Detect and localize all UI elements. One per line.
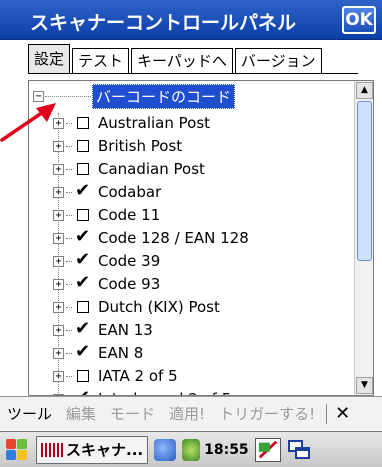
tree-item-label: Code 11 — [98, 206, 161, 224]
tree-item[interactable]: + Dutch (KIX) Post — [53, 297, 220, 317]
scroll-thumb[interactable] — [357, 101, 372, 261]
sync-icon[interactable] — [254, 437, 281, 462]
tree-item-label: Code 128 / EAN 128 — [98, 229, 249, 247]
expand-icon[interactable]: + — [53, 324, 64, 336]
annotation-arrow-icon — [0, 103, 56, 142]
tree-connector — [66, 260, 72, 262]
tree-connector — [66, 329, 72, 331]
taskbar-app-label: スキャナ... — [66, 441, 144, 459]
symbology-tree: − バーコードのコード + Australian Post + British Pos… — [29, 81, 355, 395]
checked-checkbox-icon[interactable] — [75, 249, 90, 270]
tree-item-label: Australian Post — [98, 114, 211, 132]
tree-item[interactable]: + Codabar — [53, 180, 162, 202]
tree-item[interactable]: + Code 93 — [53, 272, 161, 294]
tree-item-label: Dutch (KIX) Post — [98, 298, 220, 316]
taskbar-app-button[interactable]: スキャナ... — [36, 435, 149, 464]
tree-item-label: EAN 13 — [98, 321, 153, 339]
window-switch-icon[interactable] — [287, 438, 311, 462]
taskbar: スキャナ... 18:55 — [0, 431, 382, 467]
tree-item[interactable]: + British Post — [53, 136, 182, 156]
scroll-up-icon[interactable]: ▲ — [356, 82, 373, 99]
tree-item[interactable]: + Code 11 — [53, 205, 160, 225]
tree-item-label: Code 39 — [98, 252, 161, 270]
unchecked-checkbox-icon[interactable] — [77, 163, 89, 175]
tab-divider — [28, 73, 358, 74]
tree-root-label[interactable]: バーコードのコード — [92, 83, 236, 109]
expand-icon[interactable]: + — [53, 163, 64, 175]
tree-item[interactable]: + Code 39 — [53, 249, 161, 271]
menu-bar: ツール 編集 モード 適用! トリガーする! ✕ — [0, 396, 382, 430]
tree-connector — [66, 283, 72, 285]
checked-checkbox-icon[interactable] — [75, 387, 90, 395]
vertical-scrollbar[interactable]: ▲ ▼ — [354, 81, 373, 395]
unchecked-checkbox-icon[interactable] — [77, 301, 89, 313]
tree-connector — [66, 214, 72, 216]
tree-connector — [66, 168, 72, 170]
checked-checkbox-icon[interactable] — [75, 226, 90, 247]
checked-checkbox-icon[interactable] — [75, 341, 90, 362]
tree-item[interactable]: + Australian Post — [53, 113, 210, 133]
tree-item-label: Code 93 — [98, 275, 161, 293]
menu-edit[interactable]: 編集 — [59, 403, 103, 424]
tree-connector — [66, 145, 72, 147]
tree-root-row[interactable]: − バーコードのコード — [33, 83, 236, 109]
battery-icon[interactable] — [182, 438, 201, 461]
checked-checkbox-icon[interactable] — [75, 318, 90, 339]
tree-connector — [66, 375, 72, 377]
unchecked-checkbox-icon[interactable] — [77, 117, 89, 129]
symbology-tree-panel: − バーコードのコード + Australian Post + British Pos… — [28, 80, 374, 396]
expand-icon[interactable]: + — [53, 255, 64, 267]
close-icon[interactable]: ✕ — [335, 403, 350, 424]
tree-item[interactable]: + EAN 8 — [53, 341, 144, 363]
scroll-down-icon[interactable]: ▼ — [356, 377, 373, 394]
checked-checkbox-icon[interactable] — [75, 272, 90, 293]
expand-icon[interactable]: + — [53, 347, 64, 359]
tree-item-label: Codabar — [98, 183, 162, 201]
expand-icon[interactable]: + — [53, 186, 64, 198]
tab-settings[interactable]: 設定 — [28, 44, 71, 74]
start-icon[interactable] — [4, 437, 30, 463]
tree-connector — [66, 237, 72, 239]
expand-icon[interactable]: + — [53, 209, 64, 221]
clock[interactable]: 18:55 — [204, 442, 249, 458]
unchecked-checkbox-icon[interactable] — [77, 370, 89, 382]
tree-item-label: Interleaved 2 of 5 — [98, 390, 231, 395]
tree-item[interactable]: + Code 128 / EAN 128 — [53, 226, 249, 248]
tab-strip: 設定 テスト キーパッドへ バージョン — [28, 44, 324, 74]
connection-icon[interactable] — [154, 438, 177, 461]
menu-apply[interactable]: 適用! — [162, 403, 212, 424]
barcode-icon — [41, 442, 63, 457]
menu-separator — [326, 403, 328, 424]
tree-item-label: Canadian Post — [98, 160, 205, 178]
tree-item[interactable]: + Canadian Post — [53, 159, 205, 179]
tree-connector — [66, 352, 72, 354]
expand-icon[interactable]: + — [53, 232, 64, 244]
menu-tools[interactable]: ツール — [0, 403, 59, 424]
tree-item[interactable]: + IATA 2 of 5 — [53, 366, 178, 386]
tab-test[interactable]: テスト — [72, 48, 130, 74]
menu-mode[interactable]: モード — [103, 403, 162, 424]
tree-item[interactable]: + EAN 13 — [53, 318, 153, 340]
menu-trigger[interactable]: トリガーする! — [212, 403, 322, 424]
tree-item-label: IATA 2 of 5 — [98, 367, 178, 385]
expand-icon[interactable]: + — [53, 393, 64, 395]
tree-connector — [66, 306, 72, 308]
checked-checkbox-icon[interactable] — [75, 180, 90, 201]
window-title: スキャナーコントロールパネル — [30, 12, 297, 34]
tree-connector — [66, 122, 72, 124]
tree-item-label: British Post — [98, 137, 183, 155]
unchecked-checkbox-icon[interactable] — [77, 140, 89, 152]
expand-icon[interactable]: + — [53, 370, 64, 382]
ok-button[interactable]: OK — [342, 6, 376, 34]
unchecked-checkbox-icon[interactable] — [77, 209, 89, 221]
title-bar: スキャナーコントロールパネル OK — [0, 0, 382, 40]
tab-version[interactable]: バージョン — [234, 48, 322, 74]
tree-item-label: EAN 8 — [98, 344, 144, 362]
tree-connector — [45, 95, 91, 97]
tab-keypad[interactable]: キーパッドへ — [131, 48, 233, 74]
expand-icon[interactable]: + — [53, 301, 64, 313]
tree-item[interactable]: + Interleaved 2 of 5 — [53, 387, 231, 395]
tree-connector — [66, 191, 72, 193]
expand-icon[interactable]: + — [53, 278, 64, 290]
